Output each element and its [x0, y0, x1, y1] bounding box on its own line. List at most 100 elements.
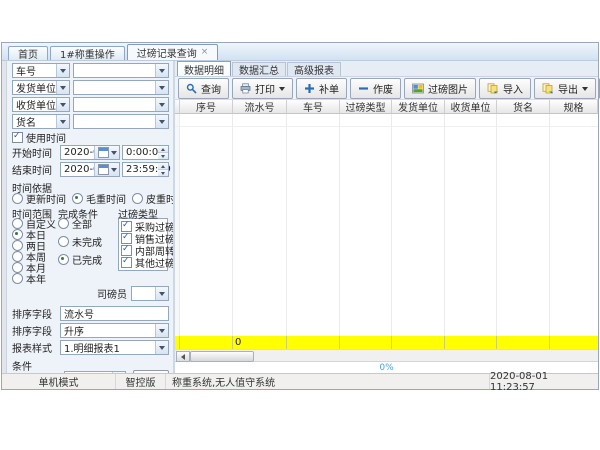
tab-weighing-operation[interactable]: 1#称重操作	[50, 46, 125, 60]
completion-option[interactable]: 未完成	[58, 236, 118, 246]
column-header[interactable]: 过磅类型	[340, 100, 392, 114]
filter-value-select-vehicle[interactable]	[73, 63, 169, 78]
chevron-down-icon[interactable]	[155, 64, 168, 77]
time-range-option[interactable]: 本年	[12, 273, 58, 283]
import-icon	[487, 83, 499, 94]
radio-icon	[132, 193, 143, 204]
filter-field-label: 发货单位	[16, 80, 56, 95]
summary-cell	[497, 336, 550, 349]
weigh-type-label: 过磅类型	[118, 206, 169, 218]
end-date-picker[interactable]: 2020-08-01	[60, 162, 120, 177]
scroll-left-arrow-icon[interactable]	[176, 351, 190, 362]
report-style-select[interactable]: 1.明细报表1	[60, 340, 169, 355]
filter-row-goods: 货名	[12, 114, 169, 129]
tab-label: 数据汇总	[239, 62, 279, 77]
column-header[interactable]: 序号	[180, 100, 233, 114]
sort-order-value: 升序	[64, 323, 84, 338]
status-edition: 智控版	[116, 374, 166, 389]
end-time-input[interactable]: 23:59:59	[122, 162, 158, 177]
checkbox-icon	[121, 233, 132, 244]
chevron-down-icon[interactable]	[56, 81, 69, 94]
weigh-type-option[interactable]: 其他过磅	[121, 257, 165, 268]
radio-icon	[12, 251, 23, 262]
calendar-icon[interactable]	[94, 163, 119, 176]
close-icon[interactable]: ×	[201, 48, 209, 57]
void-button[interactable]: 作废	[350, 78, 401, 99]
export-button[interactable]: 导出	[534, 78, 596, 99]
tab-weigh-record-query-label: 过磅记录查询	[137, 45, 197, 60]
chevron-down-icon[interactable]	[155, 115, 168, 128]
option-label: 全部	[72, 216, 92, 231]
start-time-spinner[interactable]	[158, 145, 169, 160]
column-header[interactable]: 收货单位	[445, 100, 497, 114]
filter-value-select-shipper[interactable]	[73, 80, 169, 95]
time-basis-option[interactable]: 皮重时间	[132, 193, 175, 203]
supplement-order-button[interactable]: 补单	[296, 78, 347, 99]
search-icon	[186, 83, 197, 94]
radio-icon	[12, 273, 23, 284]
completion-group: 完成条件 全部 未完成 已完成	[58, 206, 118, 284]
tab-data-summary[interactable]: 数据汇总	[232, 62, 286, 76]
filter-field-select-receiver[interactable]: 收货单位	[12, 97, 70, 112]
chevron-down-icon[interactable]	[155, 324, 168, 337]
scale-operator-select[interactable]	[131, 286, 169, 301]
chevron-down-icon[interactable]	[56, 98, 69, 111]
chevron-down-icon[interactable]	[155, 98, 168, 111]
tab-weigh-record-query[interactable]: 过磅记录查询 ×	[127, 44, 219, 60]
start-date-picker[interactable]: 2020-08-01	[60, 145, 120, 160]
tab-data-detail[interactable]: 数据明细	[177, 61, 231, 76]
tab-home[interactable]: 首页	[8, 46, 48, 60]
filter-field-label: 车号	[16, 63, 36, 78]
option-label: 已完成	[72, 252, 102, 267]
import-button[interactable]: 导入	[479, 78, 531, 99]
column-header[interactable]: 流水号	[233, 100, 287, 114]
start-time-row: 开始时间 2020-08-01 0:00:00	[12, 145, 169, 160]
report-style-label: 报表样式	[12, 340, 60, 355]
print-button-label: 打印	[255, 81, 275, 96]
chevron-down-icon[interactable]	[56, 64, 69, 77]
time-basis-option[interactable]: 毛重时间	[72, 193, 126, 203]
radio-icon	[12, 262, 23, 273]
filter-field-select-goods[interactable]: 货名	[12, 114, 70, 129]
chevron-down-icon[interactable]	[112, 372, 125, 373]
filter-value-select-receiver[interactable]	[73, 97, 169, 112]
time-basis-option[interactable]: 更新时间	[12, 193, 66, 203]
query-button[interactable]: 查询	[178, 78, 229, 99]
horizontal-scrollbar[interactable]	[175, 349, 598, 361]
condition-attribute-select[interactable]: 车号	[64, 371, 126, 373]
scale-operator-label: 司磅员	[97, 286, 131, 301]
progress-percent: 0%	[379, 363, 393, 373]
option-label: 本年	[26, 271, 46, 286]
time-range-group: 时间范围 自定义 本日 两日 本周 本月 本年	[12, 206, 58, 284]
sort-order-select[interactable]: 升序	[60, 323, 169, 338]
chevron-down-icon[interactable]	[155, 341, 168, 354]
column-header[interactable]: 规格	[550, 100, 598, 114]
chevron-down-icon[interactable]	[155, 287, 168, 300]
option-label: 皮重时间	[146, 191, 175, 206]
tab-advanced-report[interactable]: 高级报表	[287, 62, 341, 76]
chevron-down-icon[interactable]	[56, 115, 69, 128]
start-time-input[interactable]: 0:00:00	[122, 145, 158, 160]
weigh-photos-button[interactable]: 过磅图片	[404, 78, 476, 99]
column-header[interactable]: 货名	[497, 100, 550, 114]
chevron-down-icon[interactable]	[155, 81, 168, 94]
completion-option[interactable]: 全部	[58, 218, 118, 228]
calendar-icon[interactable]	[94, 146, 119, 159]
filter-field-label: 收货单位	[16, 97, 56, 112]
use-time-checkbox[interactable]	[12, 132, 23, 143]
print-button[interactable]: 打印	[232, 78, 293, 99]
scrollbar-thumb[interactable]	[190, 351, 254, 362]
completion-option[interactable]: 已完成	[58, 254, 118, 264]
radio-icon	[72, 193, 83, 204]
radio-icon	[58, 254, 69, 265]
filter-field-select-shipper[interactable]: 发货单位	[12, 80, 70, 95]
filter-value-select-goods[interactable]	[73, 114, 169, 129]
sort-field-input[interactable]: 流水号	[60, 306, 169, 321]
column-header[interactable]: 车号	[287, 100, 340, 114]
radio-icon	[12, 218, 23, 229]
table-header: 序号 流水号 车号 过磅类型 发货单位 收货单位 货名 规格	[175, 100, 598, 114]
column-header[interactable]: 发货单位	[392, 100, 445, 114]
end-time-spinner[interactable]	[158, 162, 169, 177]
filter-field-select-vehicle[interactable]: 车号	[12, 63, 70, 78]
table-body[interactable]	[175, 114, 598, 336]
